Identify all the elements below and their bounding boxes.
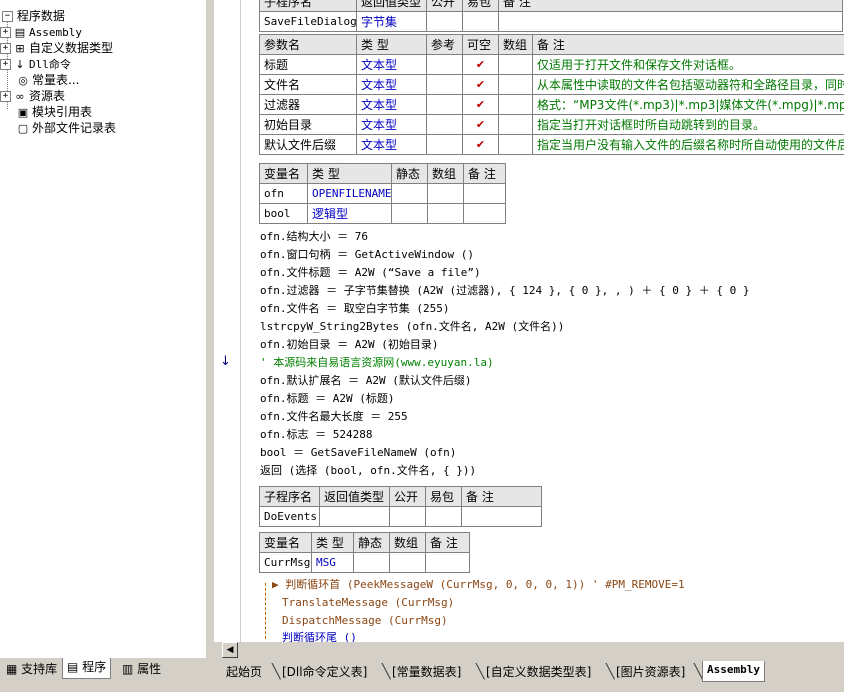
code-line[interactable]: ofn.文件标题 ＝ A2W (“Save a file”): [260, 264, 481, 282]
tree-root[interactable]: − 程序数据: [2, 8, 65, 24]
table-header: 变量名 类 型 静态 数组 备 注: [259, 163, 506, 184]
tree-item-dll[interactable]: + ↓ Dll命令: [0, 56, 71, 72]
table-header: 子程序名 返回值类型 公开 易包 备 注: [259, 486, 542, 507]
tab-properties[interactable]: ▥ 属性: [118, 660, 165, 678]
code-line[interactable]: ofn.过滤器 ＝ 子字节集替换 (A2W (过滤器), { 124 }, { …: [260, 282, 750, 300]
return-type[interactable]: 字节集: [356, 11, 427, 32]
subroutine-table: 子程序名 返回值类型 公开 易包 备 注 DoEvents: [259, 486, 542, 527]
loop-end-line[interactable]: 判断循环尾 (): [282, 629, 357, 642]
dll-icon: ↓: [15, 57, 25, 71]
expand-icon[interactable]: +: [0, 59, 11, 70]
horizontal-scrollbar[interactable]: ◀: [214, 642, 844, 658]
code-line[interactable]: TranslateMessage (CurrMsg): [282, 594, 454, 612]
table-row[interactable]: SaveFileDialog 字节集: [259, 11, 843, 32]
expand-icon[interactable]: +: [0, 27, 11, 38]
table-row[interactable]: DoEvents: [259, 506, 542, 527]
loop-start-line[interactable]: ▶ 判断循环首 (PeekMessageW (CurrMsg, 0, 0, 0,…: [272, 576, 685, 594]
editor-gutter: ↓: [214, 0, 240, 642]
subroutine-name[interactable]: SaveFileDialog: [259, 11, 357, 32]
code-line[interactable]: ofn.标志 ＝ 524288: [260, 426, 372, 444]
scroll-left-icon[interactable]: ◀: [222, 642, 238, 658]
table-header: 变量名 类 型 静态 数组 备 注: [259, 532, 470, 553]
table-row[interactable]: 标题 文本型 ✔ 仅适用于打开文件和保存文件对话框。: [259, 54, 844, 75]
code-editor[interactable]: ↓ 子程序名 返回值类型 公开 易包 备 注 SaveFileDialog 字节…: [214, 0, 844, 642]
loop-arrow-icon: ▶: [272, 578, 286, 591]
tab-custom-types[interactable]: [自定义数据类型表]: [486, 663, 591, 681]
constants-icon: ◎: [18, 73, 28, 87]
table-row[interactable]: bool 逻辑型: [259, 203, 506, 224]
table-row[interactable]: CurrMsg MSG: [259, 552, 470, 573]
module-icon: ▣: [17, 105, 29, 119]
code-comment[interactable]: ' 本源码来自易语言资源网(www.eyuyan.la): [260, 354, 494, 372]
file-icon: ▢: [17, 121, 29, 135]
tree-item-assembly[interactable]: + ▤ Assembly: [0, 24, 82, 40]
data-type-icon: ⊞: [15, 41, 25, 55]
checkmark-icon[interactable]: ✔: [462, 74, 499, 95]
tab-support-library[interactable]: ▦ 支持库: [2, 660, 61, 678]
subroutine-name[interactable]: DoEvents: [259, 506, 320, 527]
tree-root-label: 程序数据: [16, 9, 65, 23]
code-line[interactable]: DispatchMessage (CurrMsg): [282, 612, 448, 630]
tab-constants[interactable]: [常量数据表]: [392, 663, 461, 681]
tree-item-constants[interactable]: ◎ 常量表...: [14, 72, 79, 88]
assembly-icon: ▤: [14, 25, 26, 39]
table-row[interactable]: 文件名 文本型 ✔ 从本属性中读取的文件名包括驱动器符和全路径目录，同时: [259, 74, 844, 95]
table-row[interactable]: 默认文件后缀 文本型 ✔ 指定当用户没有输入文件的后缀名称时所自动使用的文件后: [259, 134, 844, 155]
program-icon: ▤: [67, 660, 79, 674]
tree-item-resources[interactable]: + ∞ 资源表: [0, 88, 65, 104]
code-line[interactable]: ofn.窗口句柄 ＝ GetActiveWindow (): [260, 246, 474, 264]
table-row[interactable]: 过滤器 文本型 ✔ 格式：“MP3文件(*.mp3)|*.mp3|媒体文件(*.mpg…: [259, 94, 844, 115]
current-line-arrow-icon: ↓: [220, 354, 231, 369]
parameter-table: 参数名 类 型 参考 可空 数组 备 注 标题 文本型 ✔ 仅适用于打开文件和保存文件…: [259, 34, 844, 155]
gutter-divider: [240, 0, 241, 642]
project-tree-panel: − 程序数据 + ▤ Assembly + ⊞ 自定义数据类型 + ↓ Dll命令 ◎ 常量表…: [0, 0, 207, 658]
local-variable-table: 变量名 类 型 静态 数组 备 注 CurrMsg MSG: [259, 532, 470, 573]
tab-image-resources[interactable]: [图片资源表]: [616, 663, 685, 681]
code-line[interactable]: ofn.默认扩展名 ＝ A2W (默认文件后缀): [260, 372, 471, 390]
editor-tabs: 起始页 ╲ [Dll命令定义表] ╲ [常量数据表] ╲ [自定义数据类型表] …: [214, 658, 844, 692]
code-line[interactable]: ofn.结构大小 ＝ 76: [260, 228, 368, 246]
tree-item-external-files[interactable]: ▢ 外部文件记录表: [14, 120, 116, 136]
code-line[interactable]: ofn.文件名 ＝ 取空白字节集 (255): [260, 300, 449, 318]
expand-icon[interactable]: +: [0, 43, 11, 54]
subroutine-table: 子程序名 返回值类型 公开 易包 备 注 SaveFileDialog 字节集: [259, 0, 843, 32]
code-line[interactable]: bool ＝ GetSaveFileNameW (ofn): [260, 444, 456, 462]
table-header: 子程序名 返回值类型 公开 易包 备 注: [259, 0, 843, 12]
table-header: 参数名 类 型 参考 可空 数组 备 注: [259, 34, 844, 55]
code-line[interactable]: ofn.初始目录 ＝ A2W (初始目录): [260, 336, 438, 354]
table-row[interactable]: ofn OPENFILENAME: [259, 183, 506, 204]
checkmark-icon[interactable]: ✔: [462, 114, 499, 135]
checkmark-icon[interactable]: ✔: [462, 94, 499, 115]
panel-splitter[interactable]: [206, 0, 214, 692]
tab-assembly[interactable]: Assembly: [702, 661, 765, 682]
properties-icon: ▥: [122, 662, 134, 676]
checkmark-icon[interactable]: ✔: [462, 134, 499, 155]
tab-start-page[interactable]: 起始页: [226, 663, 262, 681]
left-panel-tabs: ▦ 支持库 ▤ 程序 ▥ 属性: [0, 658, 206, 692]
tree-item-custom-types[interactable]: + ⊞ 自定义数据类型: [0, 40, 113, 56]
tree-item-module-refs[interactable]: ▣ 模块引用表: [14, 104, 92, 120]
table-row[interactable]: 初始目录 文本型 ✔ 指定当打开对话框时所自动跳转到的目录。: [259, 114, 844, 135]
code-line[interactable]: ofn.文件名最大长度 ＝ 255: [260, 408, 408, 426]
checkmark-icon[interactable]: ✔: [462, 54, 499, 75]
code-line[interactable]: ofn.标题 ＝ A2W (标题): [260, 390, 394, 408]
local-variable-table: 变量名 类 型 静态 数组 备 注 ofn OPENFILENAME bool 逻辑…: [259, 163, 506, 224]
tab-program[interactable]: ▤ 程序: [62, 658, 112, 679]
tab-dll-commands[interactable]: [Dll命令定义表]: [282, 663, 367, 681]
expand-icon[interactable]: +: [0, 91, 11, 102]
collapse-icon[interactable]: −: [2, 11, 13, 22]
code-line[interactable]: 返回 (选择 (bool, ofn.文件名, { })): [260, 462, 476, 480]
resources-icon: ∞: [15, 89, 25, 103]
code-line[interactable]: lstrcpyW_String2Bytes (ofn.文件名, A2W (文件名…: [260, 318, 564, 336]
library-icon: ▦: [6, 662, 18, 676]
